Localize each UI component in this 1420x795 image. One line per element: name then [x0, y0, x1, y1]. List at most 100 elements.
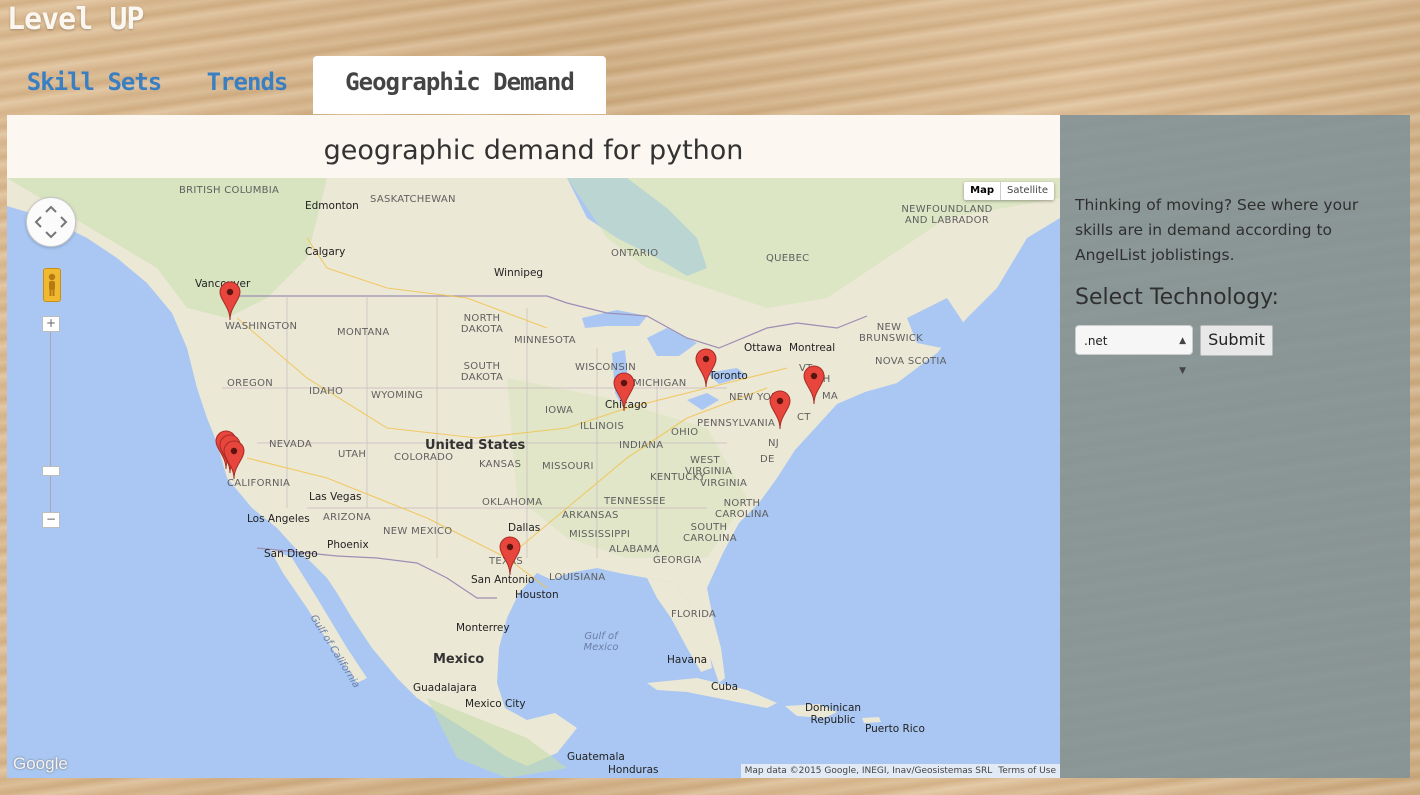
map-label: SOUTH DAKOTA — [460, 361, 504, 383]
map-label: Dallas — [508, 522, 541, 534]
map-data-credit: Map data ©2015 Google, INEGI, Inav/Geosi… — [744, 766, 993, 776]
map-label: MISSOURI — [542, 461, 594, 472]
map-label: NJ — [768, 438, 780, 449]
map-label: Puerto Rico — [865, 723, 925, 735]
map-label: Havana — [667, 654, 708, 666]
map-label: Monterrey — [456, 622, 510, 634]
map-marker-austin[interactable] — [499, 536, 521, 576]
map-label: MONTANA — [337, 327, 390, 338]
tab-skill-sets[interactable]: Skill Sets — [8, 56, 180, 114]
map-label: UTAH — [338, 449, 367, 460]
page-title: geographic demand for python — [323, 135, 744, 166]
map-label: WASHINGTON — [225, 321, 298, 332]
map-label: SASKATCHEWAN — [370, 194, 456, 205]
map-label: NEW MEXICO — [383, 526, 453, 537]
map-label: LOUISIANA — [549, 572, 606, 583]
map-label: VIRGINIA — [700, 478, 748, 489]
map-label: Guadalajara — [413, 682, 477, 694]
map-label: SOUTH CAROLINA — [683, 522, 737, 544]
map-label: NOVA SCOTIA — [875, 356, 947, 367]
map-label: NEVADA — [269, 439, 313, 450]
map-attribution: Map data ©2015 Google, INEGI, Inav/Geosi… — [740, 764, 1060, 778]
terms-of-use-link[interactable]: Terms of Use — [998, 764, 1056, 778]
map-label: INDIANA — [619, 440, 664, 451]
sidebar: Thinking of moving? See where your skill… — [1060, 115, 1410, 778]
map-marker-new-york[interactable] — [769, 390, 791, 430]
map-label: NEW BRUNSWICK — [859, 322, 924, 344]
tab-trends[interactable]: Trends — [186, 56, 308, 114]
map-label: Mexico — [433, 652, 485, 667]
app-logo-title[interactable]: Level UP — [7, 0, 144, 40]
map-label: KENTUCKY — [650, 472, 706, 483]
map-label: NORTH DAKOTA — [460, 313, 504, 335]
map-label: WYOMING — [371, 390, 424, 401]
map-marker-bay-area-3[interactable] — [223, 440, 245, 480]
map-label: Houston — [515, 589, 559, 601]
zoom-slider-handle[interactable] — [42, 466, 60, 476]
map-label: Los Angeles — [247, 513, 310, 525]
map-label: DE — [760, 454, 775, 465]
technology-select[interactable]: .net ▲ ▼ — [1075, 325, 1193, 376]
map-label: Ottawa — [744, 342, 782, 354]
map-label: NEWFOUNDLAND AND LABRADOR — [901, 204, 993, 226]
map-label: Edmonton — [305, 200, 359, 212]
map-label: ARKANSAS — [562, 510, 619, 521]
street-view-pegman-icon[interactable] — [43, 268, 61, 302]
main-panel: geographic demand for python BRITISH COL… — [7, 115, 1060, 778]
map-label: OREGON — [227, 378, 274, 389]
map-label: MISSISSIPPI — [569, 529, 631, 540]
map-label: San Diego — [264, 548, 318, 560]
map-label: BRITISH COLUMBIA — [179, 185, 280, 196]
pan-control[interactable] — [26, 197, 76, 247]
map-label: ALABAMA — [609, 544, 660, 555]
map-marker-chicago[interactable] — [613, 372, 635, 412]
map-marker-toronto[interactable] — [695, 348, 717, 388]
map-label: PENNSYLVANIA — [697, 418, 776, 429]
map-type-control: Map Satellite — [964, 182, 1054, 200]
map-label: Gulf of Mexico — [583, 631, 619, 653]
map-marker-boston[interactable] — [803, 365, 825, 405]
map-label: United States — [425, 438, 526, 453]
map-label: ONTARIO — [611, 248, 659, 259]
map-label: Las Vegas — [309, 491, 362, 503]
pan-arrows-icon — [34, 205, 68, 239]
map-type-satellite-button[interactable]: Satellite — [1001, 182, 1054, 200]
map-label: Dominican Republic — [804, 702, 862, 726]
map-label: GEORGIA — [653, 555, 702, 566]
zoom-slider-track[interactable] — [50, 328, 51, 518]
map-label: Honduras — [608, 764, 659, 776]
map-label: TENNESSEE — [604, 496, 666, 507]
map-label: OKLAHOMA — [482, 497, 543, 508]
map-label: CT — [797, 412, 811, 423]
sidebar-description: Thinking of moving? See where your skill… — [1075, 196, 1359, 264]
map-label: MINNESOTA — [514, 335, 576, 346]
map-label: Winnipeg — [494, 267, 544, 279]
map-label: Guatemala — [567, 751, 625, 763]
map-label: MICHIGAN — [633, 378, 687, 389]
map-label: NORTH CAROLINA — [715, 498, 769, 520]
map-label: Calgary — [305, 246, 346, 258]
map-label: OHIO — [671, 427, 699, 438]
map-label: COLORADO — [394, 452, 454, 463]
map-label: QUEBEC — [766, 253, 810, 264]
select-technology-label: Select Technology: — [1075, 285, 1279, 310]
zoom-in-button[interactable]: + — [42, 316, 60, 332]
submit-button[interactable]: Submit — [1200, 325, 1273, 356]
map-marker-seattle[interactable] — [219, 281, 241, 321]
map-label: Montreal — [789, 342, 836, 354]
technology-select-value: .net — [1084, 334, 1108, 348]
map-label: FLORIDA — [671, 609, 717, 620]
map-label: IOWA — [545, 405, 574, 416]
map-label: ARIZONA — [323, 512, 371, 523]
map-label: KANSAS — [479, 459, 522, 470]
select-arrows-icon: ▲ ▼ — [1179, 336, 1186, 376]
google-logo: Google — [13, 754, 68, 773]
map-label: Phoenix — [327, 539, 369, 551]
map-type-map-button[interactable]: Map — [964, 182, 1002, 200]
map-label: Cuba — [711, 681, 739, 693]
map-label: Mexico City — [465, 698, 526, 710]
map-view[interactable]: BRITISH COLUMBIA Edmonton SASKATCHEWAN C… — [7, 178, 1060, 778]
zoom-out-button[interactable]: − — [42, 512, 60, 528]
map-label: ILLINOIS — [580, 421, 625, 432]
tab-geographic-demand[interactable]: Geographic Demand — [313, 56, 606, 114]
